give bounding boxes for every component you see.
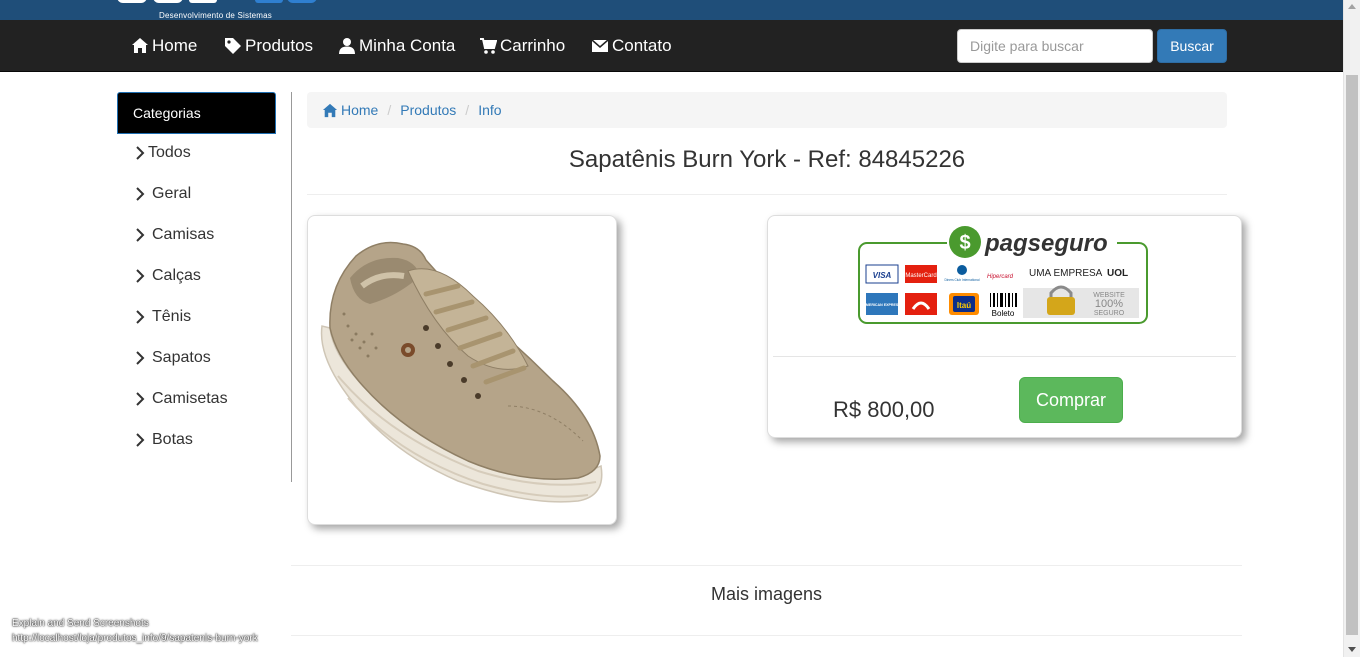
sidebar-divider — [291, 92, 292, 482]
section-divider-bottom — [291, 635, 1242, 636]
category-camisetas[interactable]: Camisetas — [134, 388, 228, 410]
chevron-right-icon — [136, 187, 145, 201]
category-label: Tênis — [152, 308, 192, 325]
chevron-right-icon — [136, 433, 145, 447]
product-price: R$ 800,00 — [833, 397, 935, 422]
card-amex: AMERICAN EXPRESS — [863, 303, 901, 307]
category-botas[interactable]: Botas — [134, 429, 193, 451]
buy-button[interactable]: Comprar — [1019, 377, 1123, 423]
breadcrumb-separator: / — [387, 102, 392, 118]
brand-subtitle: Desenvolvimento de Sistemas — [159, 11, 273, 20]
category-todos[interactable]: Todos — [134, 142, 191, 164]
chevron-right-icon — [136, 146, 145, 160]
search-button[interactable]: Buscar — [1157, 29, 1227, 63]
category-label: Camisas — [152, 226, 215, 243]
product-title: Sapatênis Burn York - Ref: 84845226 — [568, 146, 966, 173]
breadcrumb-produtos[interactable]: Produtos — [400, 102, 456, 118]
category-tenis[interactable]: Tênis — [134, 306, 191, 328]
title-divider — [307, 194, 1227, 195]
home-icon — [322, 103, 338, 117]
scroll-down-icon[interactable] — [1348, 647, 1356, 652]
payment-card: $ pagseguro VISA MasterCard Diners Club … — [767, 215, 1242, 438]
category-calcas[interactable]: Calças — [134, 265, 201, 287]
nav-contato[interactable]: Contato — [591, 20, 672, 71]
page-scrollbar[interactable] — [1343, 0, 1360, 657]
chevron-right-icon — [136, 269, 145, 283]
user-icon — [338, 37, 356, 55]
card-boleto: Boleto — [992, 309, 1015, 318]
nav-carrinho-label: Carrinho — [500, 35, 566, 55]
nav-produtos[interactable]: Produtos — [224, 20, 313, 71]
nav-home[interactable]: Home — [131, 20, 197, 71]
nav-produtos-label: Produtos — [245, 35, 314, 55]
main-navbar: Home Produtos Minha Conta Carrinho Conta… — [0, 20, 1343, 72]
payment-divider — [773, 356, 1236, 357]
nav-carrinho[interactable]: Carrinho — [479, 20, 565, 71]
uol-tagline: UMA EMPRESA — [1029, 268, 1103, 279]
category-camisas[interactable]: Camisas — [134, 224, 214, 246]
seal-percent: 100% — [1095, 298, 1123, 310]
category-label: Todos — [148, 144, 191, 161]
svg-text:$: $ — [959, 232, 970, 254]
categories-header: Categorias — [117, 92, 276, 134]
breadcrumb-home-label: Home — [341, 102, 379, 118]
chevron-right-icon — [136, 310, 145, 324]
scroll-thumb[interactable] — [1346, 75, 1358, 635]
category-sapatos[interactable]: Sapatos — [134, 347, 211, 369]
search-input[interactable] — [957, 29, 1153, 63]
card-visa: VISA — [873, 271, 892, 280]
chevron-right-icon — [136, 228, 145, 242]
category-label: Sapatos — [152, 349, 211, 366]
chevron-right-icon — [136, 351, 145, 365]
product-image — [320, 241, 603, 503]
category-label: Camisetas — [152, 390, 228, 407]
breadcrumb: Home / Produtos / Info — [307, 92, 1227, 128]
breadcrumb-home[interactable]: Home — [322, 102, 378, 118]
category-label: Botas — [152, 431, 193, 448]
scroll-up-icon[interactable] — [1348, 4, 1356, 9]
card-mastercard: MasterCard — [905, 273, 936, 279]
pagseguro-wordmark: pagseguro — [984, 230, 1108, 257]
section-divider-top — [291, 565, 1242, 566]
product-image-card[interactable] — [307, 215, 617, 525]
overlay-url: http://localhost/loja/produtos_info/9/sa… — [12, 633, 258, 644]
envelope-icon — [591, 37, 609, 55]
overlay-caption: Explain and Send Screenshots — [12, 618, 149, 629]
card-itau: Itaú — [957, 301, 971, 310]
nav-contato-label: Contato — [612, 35, 672, 55]
category-geral[interactable]: Geral — [134, 183, 191, 205]
logo-graphic — [117, 0, 317, 3]
category-label: Calças — [152, 267, 201, 284]
home-icon — [131, 37, 149, 55]
nav-home-label: Home — [152, 35, 198, 55]
category-label: Geral — [152, 185, 192, 202]
breadcrumb-separator: / — [465, 102, 470, 118]
brand-header: Desenvolvimento de Sistemas — [0, 0, 1343, 20]
more-images-heading: Mais imagens — [710, 584, 823, 604]
uol-brand: UOL — [1107, 268, 1128, 279]
seal-seguro: SEGURO — [1094, 310, 1125, 317]
cart-icon — [479, 37, 497, 55]
chevron-right-icon — [136, 392, 145, 406]
tag-icon — [224, 37, 242, 55]
card-hipercard: Hipercard — [987, 274, 1014, 280]
breadcrumb-info[interactable]: Info — [478, 102, 501, 118]
card-diners: Diners Club International — [944, 278, 979, 282]
pagseguro-logo: $ pagseguro VISA MasterCard Diners Club … — [858, 226, 1148, 324]
nav-minha-conta[interactable]: Minha Conta — [338, 20, 455, 71]
nav-minha-conta-label: Minha Conta — [359, 35, 456, 55]
